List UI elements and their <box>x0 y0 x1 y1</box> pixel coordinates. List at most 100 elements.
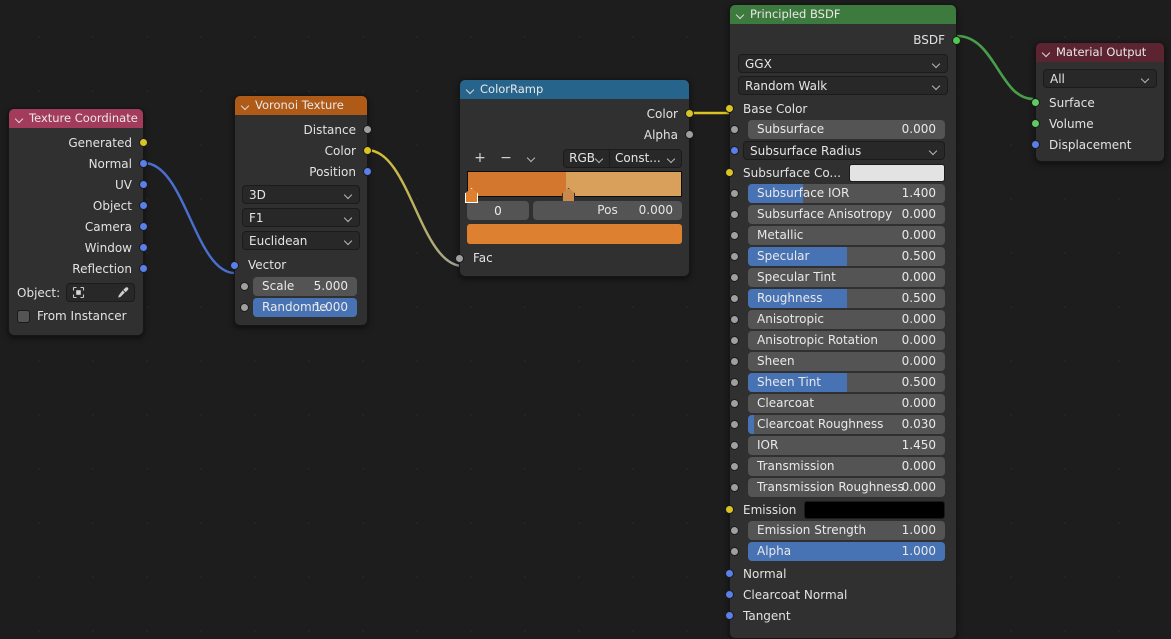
anisotropic-rotation-slider[interactable]: Anisotropic Rotation 0.000 <box>748 331 945 350</box>
dimensions-dropdown[interactable]: 3D <box>242 185 360 204</box>
node-header-color-ramp[interactable]: ColorRamp <box>460 80 689 99</box>
output-distance[interactable]: Distance <box>235 119 372 140</box>
input-displacement[interactable]: Displacement <box>1031 134 1164 155</box>
collapse-chevron-icon[interactable] <box>15 114 24 123</box>
ior-slider[interactable]: IOR 1.450 <box>748 436 945 455</box>
socket-bsdf[interactable] <box>952 36 961 45</box>
output-position[interactable]: Position <box>235 161 372 182</box>
socket-position[interactable] <box>363 167 372 176</box>
socket-normal[interactable] <box>139 159 148 168</box>
subsurface-anisotropy-slider[interactable]: Subsurface Anisotropy 0.000 <box>748 205 945 224</box>
subsurface-method-dropdown[interactable]: Random Walk <box>738 76 948 95</box>
feature-dropdown[interactable]: F1 <box>242 208 360 227</box>
input-tangent[interactable]: Tangent <box>725 605 956 626</box>
socket-displacement[interactable] <box>1031 140 1040 149</box>
sheen-slider[interactable]: Sheen 0.000 <box>748 352 945 371</box>
output-generated[interactable]: Generated <box>9 132 148 153</box>
transmission-slider[interactable]: Transmission 0.000 <box>748 457 945 476</box>
socket-clearcoat-roughness[interactable] <box>730 420 739 429</box>
socket-sheen[interactable] <box>730 357 739 366</box>
socket-clearcoat-normal[interactable] <box>725 590 734 599</box>
distance-metric-dropdown[interactable]: Euclidean <box>242 231 360 250</box>
socket-transmission-roughness[interactable] <box>730 483 739 492</box>
socket-anisotropic[interactable] <box>730 315 739 324</box>
output-window[interactable]: Window <box>9 237 148 258</box>
input-volume[interactable]: Volume <box>1031 113 1164 134</box>
socket-window[interactable] <box>139 243 148 252</box>
node-voronoi-texture[interactable]: Voronoi Texture Distance Color Position … <box>230 95 372 326</box>
socket-ior[interactable] <box>730 441 739 450</box>
input-clearcoat-normal[interactable]: Clearcoat Normal <box>725 584 956 605</box>
socket-distance[interactable] <box>363 125 372 134</box>
socket-subsurface-radius[interactable] <box>730 146 739 155</box>
socket-normal[interactable] <box>725 569 734 578</box>
input-normal[interactable]: Normal <box>725 563 956 584</box>
ramp-index-field[interactable]: 0 <box>467 201 529 220</box>
subsurface-ior-slider[interactable]: Subsurface IOR 1.400 <box>748 184 945 203</box>
socket-scale[interactable] <box>240 282 249 291</box>
from-instancer-checkbox[interactable] <box>17 309 30 323</box>
collapse-chevron-icon[interactable] <box>1042 48 1051 57</box>
ramp-selected-color-swatch[interactable] <box>467 224 682 244</box>
roughness-slider[interactable]: Roughness 0.500 <box>748 289 945 308</box>
socket-subsurface-anisotropy[interactable] <box>730 210 739 219</box>
subsurface-radius-dropdown[interactable]: Subsurface Radius <box>743 141 945 160</box>
output-bsdf[interactable]: BSDF <box>730 28 961 52</box>
ramp-pos-field[interactable]: Pos 0.000 <box>533 201 682 220</box>
socket-object[interactable] <box>139 201 148 210</box>
socket-sheen-tint[interactable] <box>730 378 739 387</box>
socket-subsurface-color[interactable] <box>725 168 734 177</box>
anisotropic-slider[interactable]: Anisotropic 0.000 <box>748 310 945 329</box>
socket-alpha[interactable] <box>730 547 739 556</box>
node-color-ramp[interactable]: ColorRamp Color Alpha + − RGB Const... 0… <box>455 79 694 277</box>
output-camera[interactable]: Camera <box>9 216 148 237</box>
ramp-menu-button[interactable] <box>519 149 545 168</box>
node-header-voronoi-texture[interactable]: Voronoi Texture <box>235 96 367 115</box>
socket-color[interactable] <box>685 109 694 118</box>
output-object[interactable]: Object <box>9 195 148 216</box>
socket-clearcoat[interactable] <box>730 399 739 408</box>
node-header-material-output[interactable]: Material Output <box>1036 43 1164 62</box>
socket-fac[interactable] <box>455 254 464 263</box>
socket-volume[interactable] <box>1031 119 1040 128</box>
socket-specular-tint[interactable] <box>730 273 739 282</box>
collapse-chevron-icon[interactable] <box>736 10 745 19</box>
input-emission[interactable]: Emission <box>725 499 956 520</box>
metallic-slider[interactable]: Metallic 0.000 <box>748 226 945 245</box>
emission-color-swatch[interactable] <box>804 500 945 519</box>
socket-subsurface-ior[interactable] <box>730 189 739 198</box>
input-fac[interactable]: Fac <box>455 246 689 270</box>
socket-specular[interactable] <box>730 252 739 261</box>
output-normal[interactable]: Normal <box>9 153 148 174</box>
color-ramp-gradient[interactable] <box>465 171 682 203</box>
add-stop-button[interactable]: + <box>467 149 493 168</box>
interpolation-dropdown[interactable]: Const... <box>610 148 682 168</box>
sheen-tint-slider[interactable]: Sheen Tint 0.500 <box>748 373 945 392</box>
socket-uv[interactable] <box>139 180 148 189</box>
socket-base-color[interactable] <box>725 104 734 113</box>
subsurface-slider[interactable]: Subsurface 0.000 <box>748 120 945 139</box>
randomness-slider[interactable]: Randomne 1.000 <box>253 298 357 317</box>
output-alpha[interactable]: Alpha <box>460 124 694 145</box>
input-base-color[interactable]: Base Color <box>725 98 956 119</box>
transmission-roughness-slider[interactable]: Transmission Roughness 0.000 <box>748 478 945 497</box>
ramp-stop-0[interactable] <box>465 188 478 203</box>
collapse-chevron-icon[interactable] <box>241 101 250 110</box>
target-dropdown[interactable]: All <box>1043 69 1157 88</box>
emission-strength-slider[interactable]: Emission Strength 1.000 <box>748 521 945 540</box>
subsurface-color-swatch[interactable] <box>848 163 945 182</box>
node-material-output[interactable]: Material Output All Surface Volume Displ… <box>1031 42 1165 162</box>
scale-slider[interactable]: Scale 5.000 <box>253 277 357 296</box>
specular-slider[interactable]: Specular 0.500 <box>748 247 945 266</box>
socket-alpha[interactable] <box>685 130 694 139</box>
node-texture-coordinate[interactable]: Texture Coordinate Generated Normal UV O… <box>8 108 148 336</box>
specular-tint-slider[interactable]: Specular Tint 0.000 <box>748 268 945 287</box>
output-color[interactable]: Color <box>460 103 694 124</box>
output-color[interactable]: Color <box>235 140 372 161</box>
input-surface[interactable]: Surface <box>1031 92 1164 113</box>
socket-surface[interactable] <box>1031 98 1040 107</box>
node-principled-bsdf[interactable]: Principled BSDF BSDF GGX Random Walk Bas… <box>725 4 961 639</box>
object-field[interactable] <box>66 283 135 302</box>
remove-stop-button[interactable]: − <box>493 149 519 168</box>
socket-color[interactable] <box>363 146 372 155</box>
